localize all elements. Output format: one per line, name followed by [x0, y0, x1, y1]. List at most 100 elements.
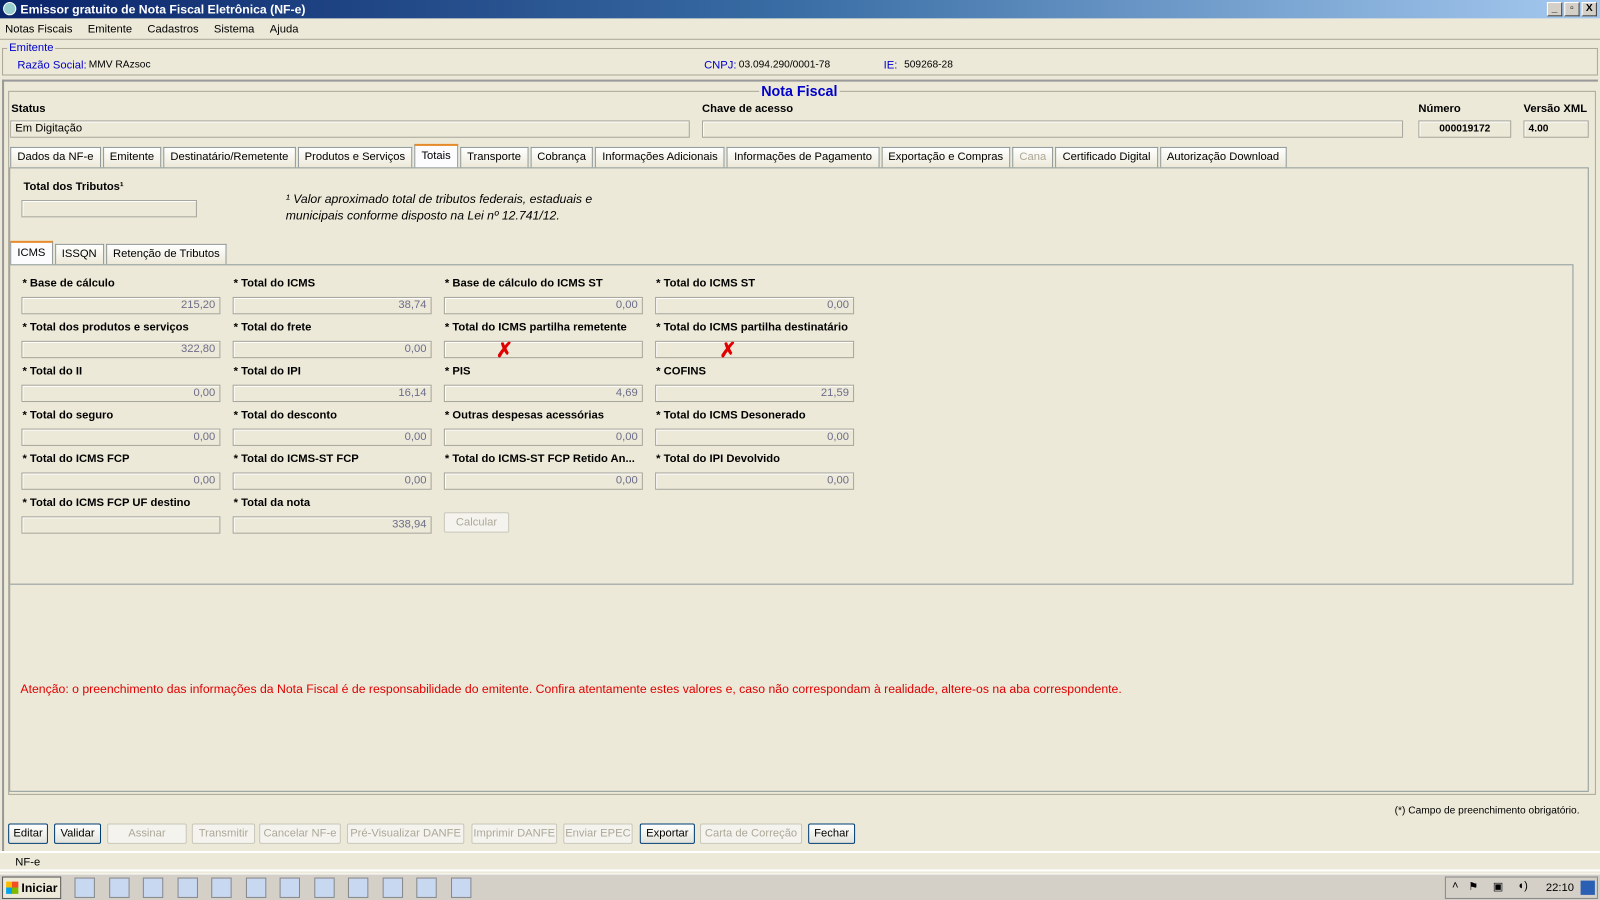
numero-field: 000019172 — [1418, 120, 1512, 138]
outras-despesas-acessorias-field[interactable]: 0,00 — [443, 428, 643, 446]
subtab-retencao-de-tributos[interactable]: Retenção de Tributos — [105, 243, 227, 265]
pis-field[interactable]: 4,69 — [443, 384, 643, 403]
total-do-desconto-field[interactable]: 0,00 — [232, 428, 432, 446]
total-do-ipi-devolvido-label: * Total do IPI Devolvido — [656, 453, 781, 466]
cancelar-nf-e-button[interactable]: Cancelar NF-e — [259, 823, 341, 844]
volume-icon[interactable]: ◖) — [1517, 880, 1528, 892]
tab-produtos-e-servicos[interactable]: Produtos e Serviços — [297, 146, 413, 168]
base-de-calculo-do-icms-st-field[interactable]: 0,00 — [443, 296, 643, 315]
total-tributos-field[interactable] — [21, 199, 197, 218]
calcular-button[interactable]: Calcular — [443, 512, 510, 533]
total-do-icms-partilha-destinatario-field[interactable] — [655, 340, 855, 359]
total-do-icms-st-field[interactable]: 0,00 — [655, 296, 855, 315]
enviar-epec-button[interactable]: Enviar EPEC — [563, 823, 633, 844]
subtab-issqn[interactable]: ISSQN — [54, 243, 104, 265]
subtab-icms[interactable]: ICMS — [10, 240, 53, 265]
flag-icon[interactable]: ⚑ — [1468, 880, 1478, 893]
restore-button[interactable]: ▫ — [1564, 2, 1580, 17]
minimize-button[interactable]: _ — [1546, 2, 1563, 17]
total-do-icms-fcp-uf-destino-field[interactable] — [21, 516, 221, 534]
total-do-icms-partilha-remetente-field[interactable] — [443, 340, 643, 359]
assinar-button[interactable]: Assinar — [107, 823, 187, 844]
sub-tabs: ICMS ISSQN Retenção de Tributos — [10, 240, 229, 265]
tab-certificado-digital[interactable]: Certificado Digital — [1055, 146, 1158, 168]
total-do-icms-st-fcp-retido-an-label: * Total do ICMS-ST FCP Retido An... — [444, 453, 635, 466]
tab-exportacao-e-compras[interactable]: Exportação e Compras — [881, 146, 1011, 168]
tab-autorizacao-download[interactable]: Autorização Download — [1159, 146, 1287, 168]
tray-expand-icon[interactable]: ˄ — [1452, 880, 1459, 892]
warning-message: Atenção: o preenchimento das informações… — [20, 681, 1122, 696]
total-do-icms-st-fcp-retido-an-field[interactable]: 0,00 — [443, 472, 643, 490]
total-do-icms-fcp-uf-destino-label: * Total do ICMS FCP UF destino — [22, 496, 191, 510]
paint-taskbar-icon[interactable] — [211, 877, 232, 898]
tributos-note-line1: ¹ Valor aproximado total de tributos fed… — [285, 191, 593, 207]
tributos-note-line2: municipais conforme disposto na Lei nº 1… — [285, 208, 560, 223]
app-taskbar-icon[interactable] — [313, 877, 335, 898]
total-do-icms-st-fcp-field[interactable]: 0,00 — [232, 472, 432, 490]
validar-button[interactable]: Validar — [54, 823, 102, 844]
status-bar-text: NF-e — [15, 856, 41, 869]
tab-transporte[interactable]: Transporte — [459, 146, 529, 168]
tab-emitente[interactable]: Emitente — [102, 146, 162, 168]
total-do-icms-st-label: * Total do ICMS ST — [656, 277, 756, 290]
network-icon[interactable]: ▣ — [1493, 880, 1504, 893]
tab-cobranca[interactable]: Cobrança — [530, 146, 594, 168]
explorer-taskbar-icon[interactable] — [108, 877, 130, 898]
base-de-calculo-field[interactable]: 215,20 — [21, 296, 221, 315]
total-do-ipi-devolvido-field[interactable]: 0,00 — [655, 472, 855, 490]
menu-emitente[interactable]: Emitente — [88, 19, 132, 38]
tab-cana[interactable]: Cana — [1012, 146, 1054, 168]
ie-value: 509268-28 — [904, 59, 953, 71]
total-do-icms-desonerado-field[interactable]: 0,00 — [655, 428, 855, 446]
app-taskbar-icon[interactable] — [347, 877, 369, 898]
app-taskbar-icon[interactable] — [279, 877, 300, 898]
pre-visualizar-danfe-button[interactable]: Pré-Visualizar DANFE — [346, 823, 465, 844]
total-do-icms-field[interactable]: 38,74 — [232, 296, 432, 315]
razao-social-value: MMV RAzsoc — [88, 59, 151, 71]
exportar-button[interactable]: Exportar — [639, 823, 695, 844]
taskbar: Iniciar ˄ ⚑ ▣ ◖) 22:10 — [0, 873, 1600, 900]
menu-sistema[interactable]: Sistema — [214, 19, 255, 38]
clock[interactable]: 22:10 — [1546, 882, 1574, 894]
total-do-ipi-field[interactable]: 16,14 — [232, 384, 432, 403]
menu-notas-fiscais[interactable]: Notas Fiscais — [5, 19, 72, 38]
total-do-frete-field[interactable]: 0,00 — [232, 340, 432, 359]
cofins-field[interactable]: 21,59 — [655, 384, 855, 403]
menu-cadastros[interactable]: Cadastros — [147, 19, 198, 38]
close-button[interactable]: X — [1581, 2, 1597, 17]
carta-de-correcao-button[interactable]: Carta de Correção — [699, 823, 803, 844]
total-do-icms-desonerado-label: * Total do ICMS Desonerado — [656, 409, 806, 422]
total-do-ii-field[interactable]: 0,00 — [21, 384, 221, 403]
total-dos-produtos-e-servicos-label: * Total dos produtos e serviços — [22, 321, 189, 334]
menu-ajuda[interactable]: Ajuda — [270, 19, 299, 38]
total-do-icms-partilha-destinatario-label: * Total do ICMS partilha destinatário — [656, 321, 849, 334]
menu-bar: Notas Fiscais Emitente Cadastros Sistema… — [0, 19, 1600, 40]
fechar-button[interactable]: Fechar — [808, 823, 856, 844]
tab-informacoes-adicionais[interactable]: Informações Adicionais — [595, 146, 725, 168]
tab-dados-da-nf-e[interactable]: Dados da NF-e — [10, 146, 101, 168]
imprimir-danfe-button[interactable]: Imprimir DANFE — [471, 823, 558, 844]
tab-destinatario-remetente[interactable]: Destinatário/Remetente — [163, 146, 296, 168]
outras-despesas-acessorias-label: * Outras despesas acessórias — [444, 409, 605, 422]
start-button[interactable]: Iniciar — [2, 876, 62, 899]
chrome-taskbar-icon[interactable] — [74, 877, 95, 898]
total-do-icms-fcp-field[interactable]: 0,00 — [21, 472, 221, 490]
cmd-taskbar-icon[interactable] — [245, 877, 266, 898]
tab-totais[interactable]: Totais — [414, 143, 458, 168]
tab-informacoes-de-pagamento[interactable]: Informações de Pagamento — [726, 146, 880, 168]
status-bar: NF-e — [0, 851, 1600, 872]
editar-button[interactable]: Editar — [8, 823, 48, 844]
notepad-taskbar-icon[interactable] — [177, 877, 198, 898]
show-desktop-icon[interactable] — [1580, 880, 1595, 895]
total-da-nota-field[interactable]: 338,94 — [232, 516, 432, 534]
word-taskbar-icon[interactable] — [142, 877, 164, 898]
app-taskbar-icon[interactable] — [416, 877, 437, 898]
cnpj-value: 03.094.290/0001-78 — [738, 59, 831, 71]
total-do-seguro-field[interactable]: 0,00 — [21, 428, 221, 446]
app-taskbar-icon[interactable] — [382, 877, 403, 898]
total-do-icms-fcp-label: * Total do ICMS FCP — [22, 453, 130, 466]
total-dos-produtos-e-servicos-field[interactable]: 322,80 — [21, 340, 221, 359]
nota-fiscal-title: Nota Fiscal — [759, 82, 840, 99]
nfe-taskbar-icon[interactable] — [450, 877, 471, 898]
transmitir-button[interactable]: Transmitir — [191, 823, 256, 844]
